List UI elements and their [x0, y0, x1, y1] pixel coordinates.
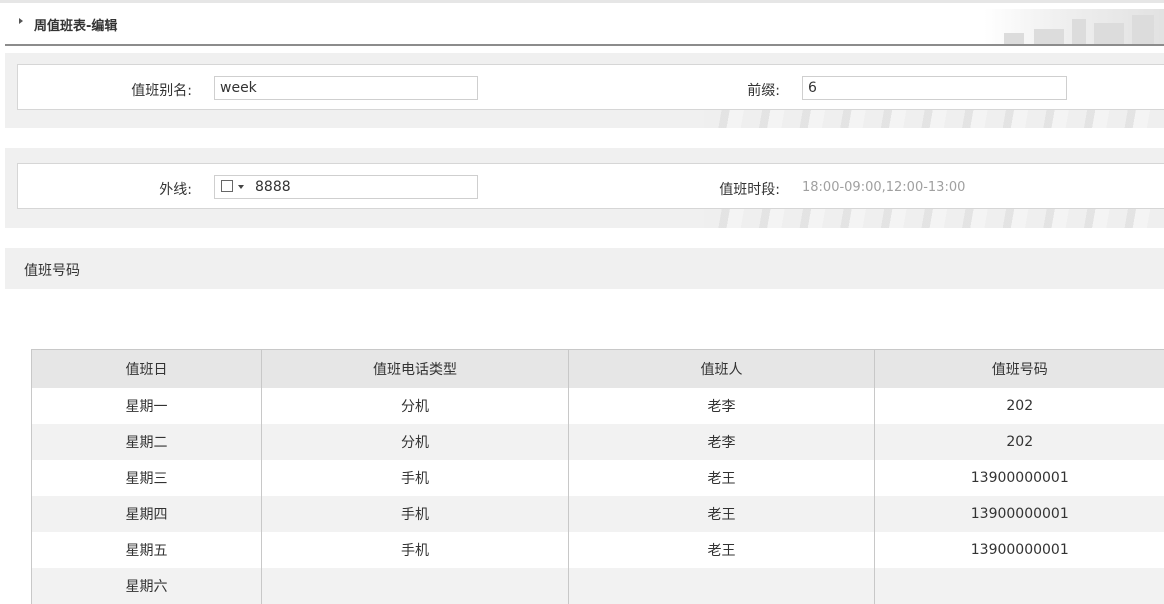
table-row[interactable]: 星期六 — [32, 568, 1164, 604]
table-cell: 老王 — [569, 496, 875, 532]
table-cell: 星期三 — [32, 460, 262, 496]
table-cell — [875, 568, 1164, 604]
form-row-2: 外线: 8888 值班时段: 18:00-09:00,12:00-13:00 — [17, 163, 1164, 209]
edit-icon[interactable] — [221, 180, 233, 192]
page-header: 周值班表-编辑 — [5, 3, 1164, 46]
table-cell: 老李 — [569, 424, 875, 460]
column-header[interactable]: 值班日 — [32, 350, 262, 389]
header-decoration — [984, 9, 1164, 45]
table-cell — [569, 568, 875, 604]
table-cell: 星期六 — [32, 568, 262, 604]
table-row[interactable]: 星期四 手机 老王 13900000001 — [32, 496, 1164, 532]
page-title: 周值班表-编辑 — [34, 15, 117, 34]
table-cell: 手机 — [262, 532, 569, 568]
collapse-triangle-icon[interactable] — [19, 18, 23, 24]
form-band-1: 值班别名: 前缀: — [5, 53, 1164, 128]
form-band-2: 外线: 8888 值班时段: 18:00-09:00,12:00-13:00 — [5, 148, 1164, 228]
duty-table: 值班日 值班电话类型 值班人 值班号码 星期一 分机 老李 202 星期二 分机… — [31, 349, 1164, 604]
table-row[interactable]: 星期三 手机 老王 13900000001 — [32, 460, 1164, 496]
duty-period-label: 值班时段: — [698, 179, 780, 199]
table-cell: 星期五 — [32, 532, 262, 568]
alias-input[interactable] — [214, 76, 478, 100]
column-header[interactable]: 值班电话类型 — [262, 350, 569, 389]
column-header[interactable]: 值班号码 — [875, 350, 1164, 389]
prefix-label: 前缀: — [718, 80, 780, 100]
table-cell: 13900000001 — [875, 496, 1164, 532]
column-header[interactable]: 值班人 — [569, 350, 875, 389]
alias-label: 值班别名: — [118, 80, 192, 100]
table-cell: 202 — [875, 388, 1164, 424]
table-cell: 202 — [875, 424, 1164, 460]
table-cell: 星期四 — [32, 496, 262, 532]
table-header-row: 值班日 值班电话类型 值班人 值班号码 — [32, 350, 1164, 389]
table-cell: 老李 — [569, 388, 875, 424]
table-cell: 星期二 — [32, 424, 262, 460]
section-title: 值班号码 — [24, 260, 80, 280]
table-cell: 手机 — [262, 460, 569, 496]
outline-label: 外线: — [118, 179, 192, 199]
form-row-1: 值班别名: 前缀: — [17, 64, 1164, 110]
table-row[interactable]: 星期五 手机 老王 13900000001 — [32, 532, 1164, 568]
table-cell: 分机 — [262, 388, 569, 424]
duty-period-value: 18:00-09:00,12:00-13:00 — [802, 180, 965, 195]
table-cell: 手机 — [262, 496, 569, 532]
table-row[interactable]: 星期二 分机 老李 202 — [32, 424, 1164, 460]
prefix-input[interactable] — [802, 76, 1067, 100]
table-cell: 13900000001 — [875, 460, 1164, 496]
table-cell: 星期一 — [32, 388, 262, 424]
table-cell: 老王 — [569, 460, 875, 496]
caret-down-icon[interactable] — [238, 185, 244, 189]
table-cell: 老王 — [569, 532, 875, 568]
outline-value: 8888 — [255, 179, 291, 195]
table-row[interactable]: 星期一 分机 老李 202 — [32, 388, 1164, 424]
section-header: 值班号码 — [5, 248, 1164, 289]
outline-input[interactable]: 8888 — [214, 175, 478, 199]
table-cell: 分机 — [262, 424, 569, 460]
table-cell: 13900000001 — [875, 532, 1164, 568]
table-cell — [262, 568, 569, 604]
